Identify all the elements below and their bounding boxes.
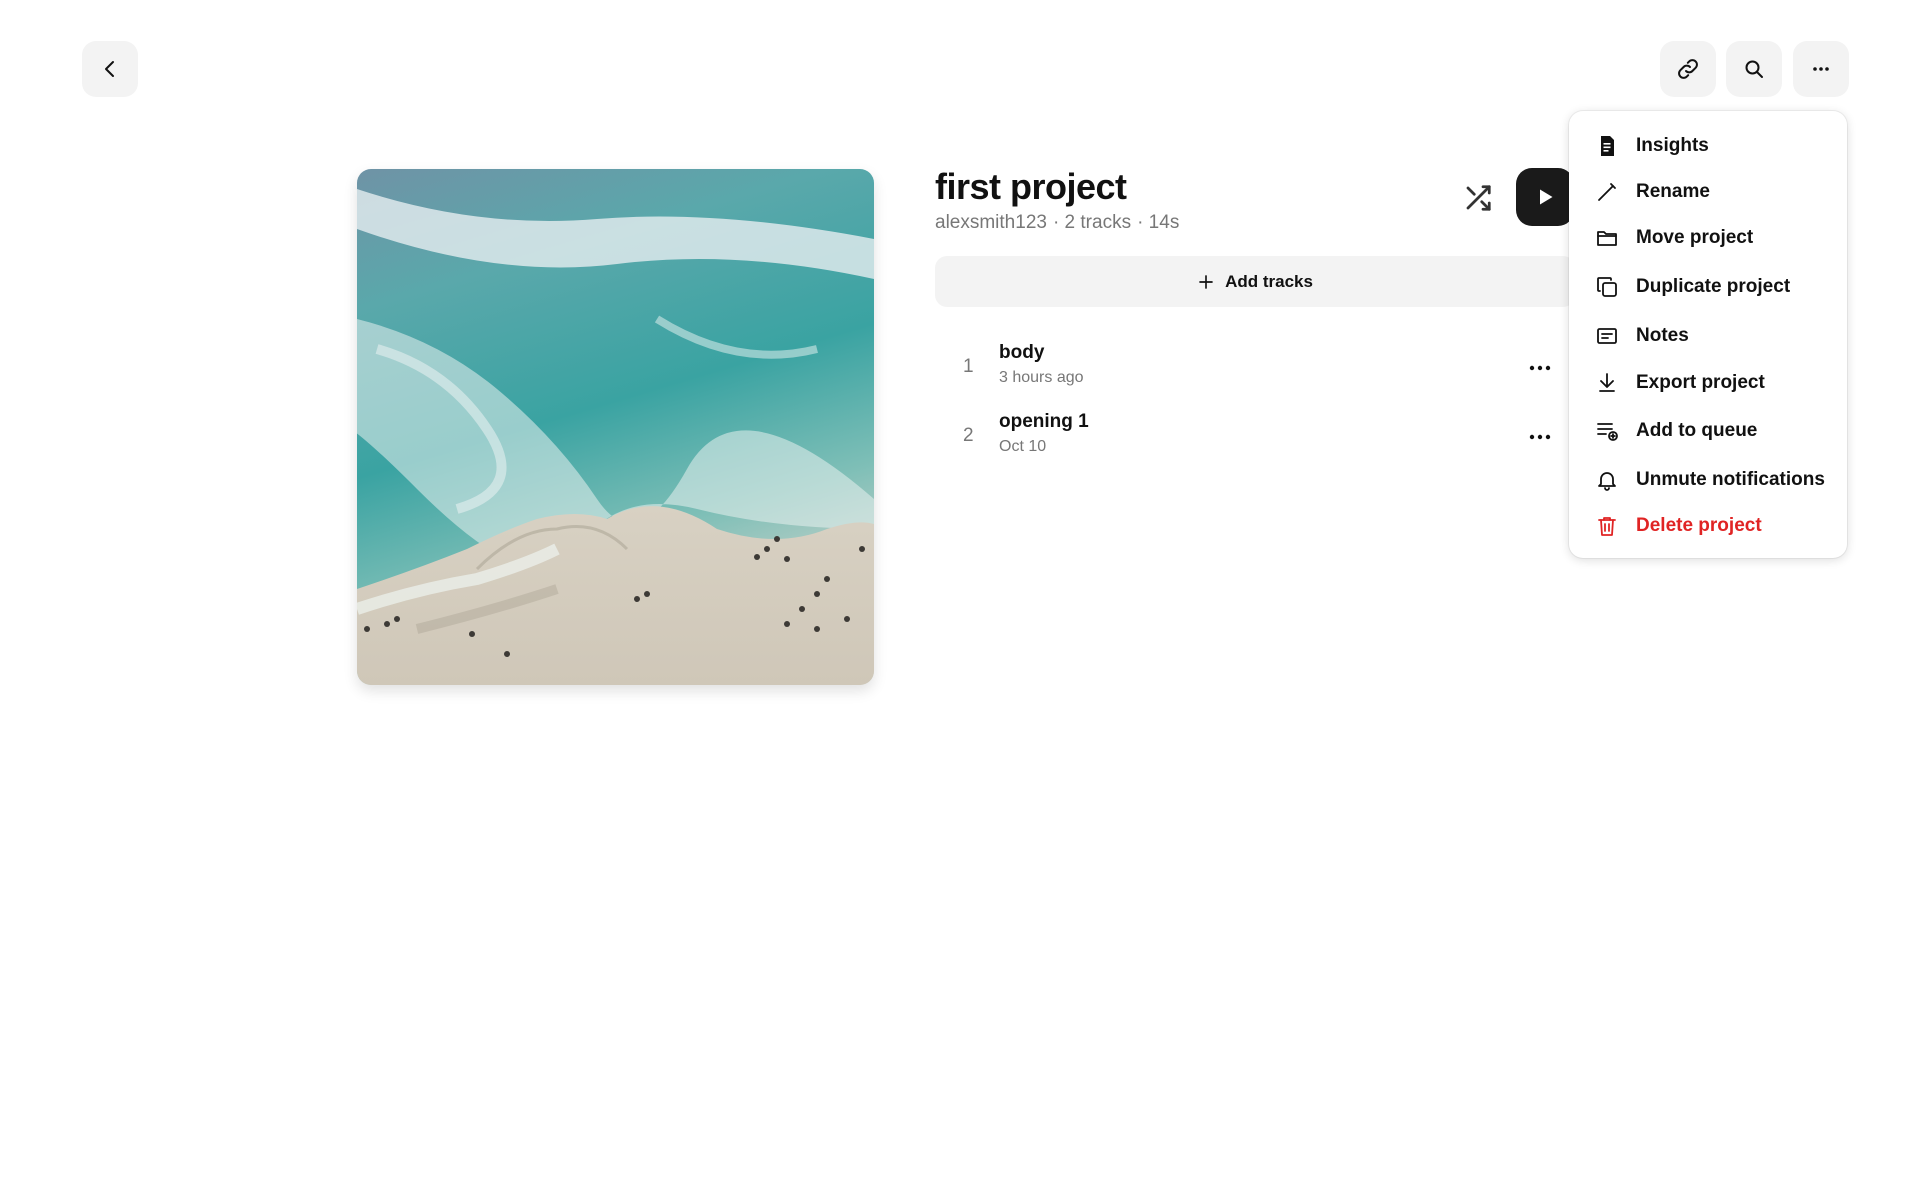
more-options-button[interactable] <box>1793 41 1849 97</box>
track-meta: Oct 10 <box>999 438 1047 455</box>
download-icon <box>1599 373 1615 392</box>
track-more-button[interactable] <box>1524 423 1556 451</box>
add-tracks-label: Add tracks <box>1225 271 1313 291</box>
notes-icon <box>1597 328 1617 344</box>
menu-item-label: Add to queue <box>1636 420 1758 441</box>
menu-item-label: Duplicate project <box>1636 276 1791 297</box>
plus-icon <box>1199 274 1213 289</box>
track-number: 1 <box>963 356 974 377</box>
project-track-count: · 2 tracks <box>1052 212 1132 233</box>
search-button[interactable] <box>1726 41 1782 97</box>
search-icon <box>1745 60 1763 78</box>
menu-item-label: Export project <box>1636 372 1765 393</box>
menu-item-export-project[interactable]: Export project <box>1569 363 1847 403</box>
menu-item-unmute-notifications[interactable]: Unmute notifications <box>1569 460 1847 500</box>
trash-icon <box>1598 517 1616 536</box>
project-duration: · 14s <box>1137 212 1180 233</box>
copy-link-button[interactable] <box>1660 41 1716 97</box>
track-name: opening 1 <box>999 411 1089 432</box>
track-row[interactable]: 2 opening 1 Oct 10 <box>935 407 1555 467</box>
menu-item-label: Notes <box>1636 325 1689 346</box>
document-icon <box>1601 136 1614 156</box>
folder-icon <box>1597 231 1617 246</box>
menu-item-duplicate-project[interactable]: Duplicate project <box>1569 267 1847 307</box>
menu-item-rename[interactable]: Rename <box>1569 172 1847 212</box>
menu-item-delete-project[interactable]: Delete project <box>1569 506 1847 546</box>
more-horizontal-icon <box>1529 365 1551 371</box>
menu-item-insights[interactable]: Insights <box>1569 126 1847 166</box>
menu-item-label: Unmute notifications <box>1636 469 1825 490</box>
project-options-menu: Insights Rename Move project Duplicate p… <box>1569 111 1847 558</box>
bell-icon <box>1598 472 1616 491</box>
menu-item-label: Insights <box>1636 135 1709 156</box>
track-meta: 3 hours ago <box>999 369 1084 386</box>
queue-add-icon <box>1597 423 1618 441</box>
shuffle-icon <box>1466 185 1491 211</box>
menu-item-label: Delete project <box>1636 515 1762 536</box>
duplicate-icon <box>1597 277 1617 297</box>
chevron-left-icon <box>105 61 114 77</box>
project-cover-image <box>357 169 874 685</box>
menu-item-notes[interactable]: Notes <box>1569 316 1847 356</box>
track-more-button[interactable] <box>1524 354 1556 382</box>
menu-item-add-to-queue[interactable]: Add to queue <box>1569 411 1847 451</box>
track-name: body <box>999 342 1045 363</box>
project-title: first project <box>935 166 1127 207</box>
menu-item-move-project[interactable]: Move project <box>1569 218 1847 258</box>
play-button[interactable] <box>1516 168 1574 226</box>
link-icon <box>1678 59 1698 79</box>
more-horizontal-icon <box>1529 434 1551 440</box>
menu-item-label: Move project <box>1636 227 1754 248</box>
add-tracks-button[interactable]: Add tracks <box>935 256 1575 307</box>
more-horizontal-icon <box>1813 67 1829 71</box>
track-number: 2 <box>963 425 974 446</box>
track-row[interactable]: 1 body 3 hours ago <box>935 338 1555 398</box>
play-icon <box>1540 189 1553 205</box>
pencil-icon <box>1598 183 1616 201</box>
shuffle-button[interactable] <box>1460 180 1496 216</box>
project-owner[interactable]: alexsmith123 <box>935 212 1047 234</box>
menu-item-label: Rename <box>1636 181 1710 202</box>
project-subtitle: alexsmith123 · 2 tracks · 14s <box>935 212 1179 234</box>
back-button[interactable] <box>82 41 138 97</box>
beach-aerial-image <box>357 169 874 685</box>
